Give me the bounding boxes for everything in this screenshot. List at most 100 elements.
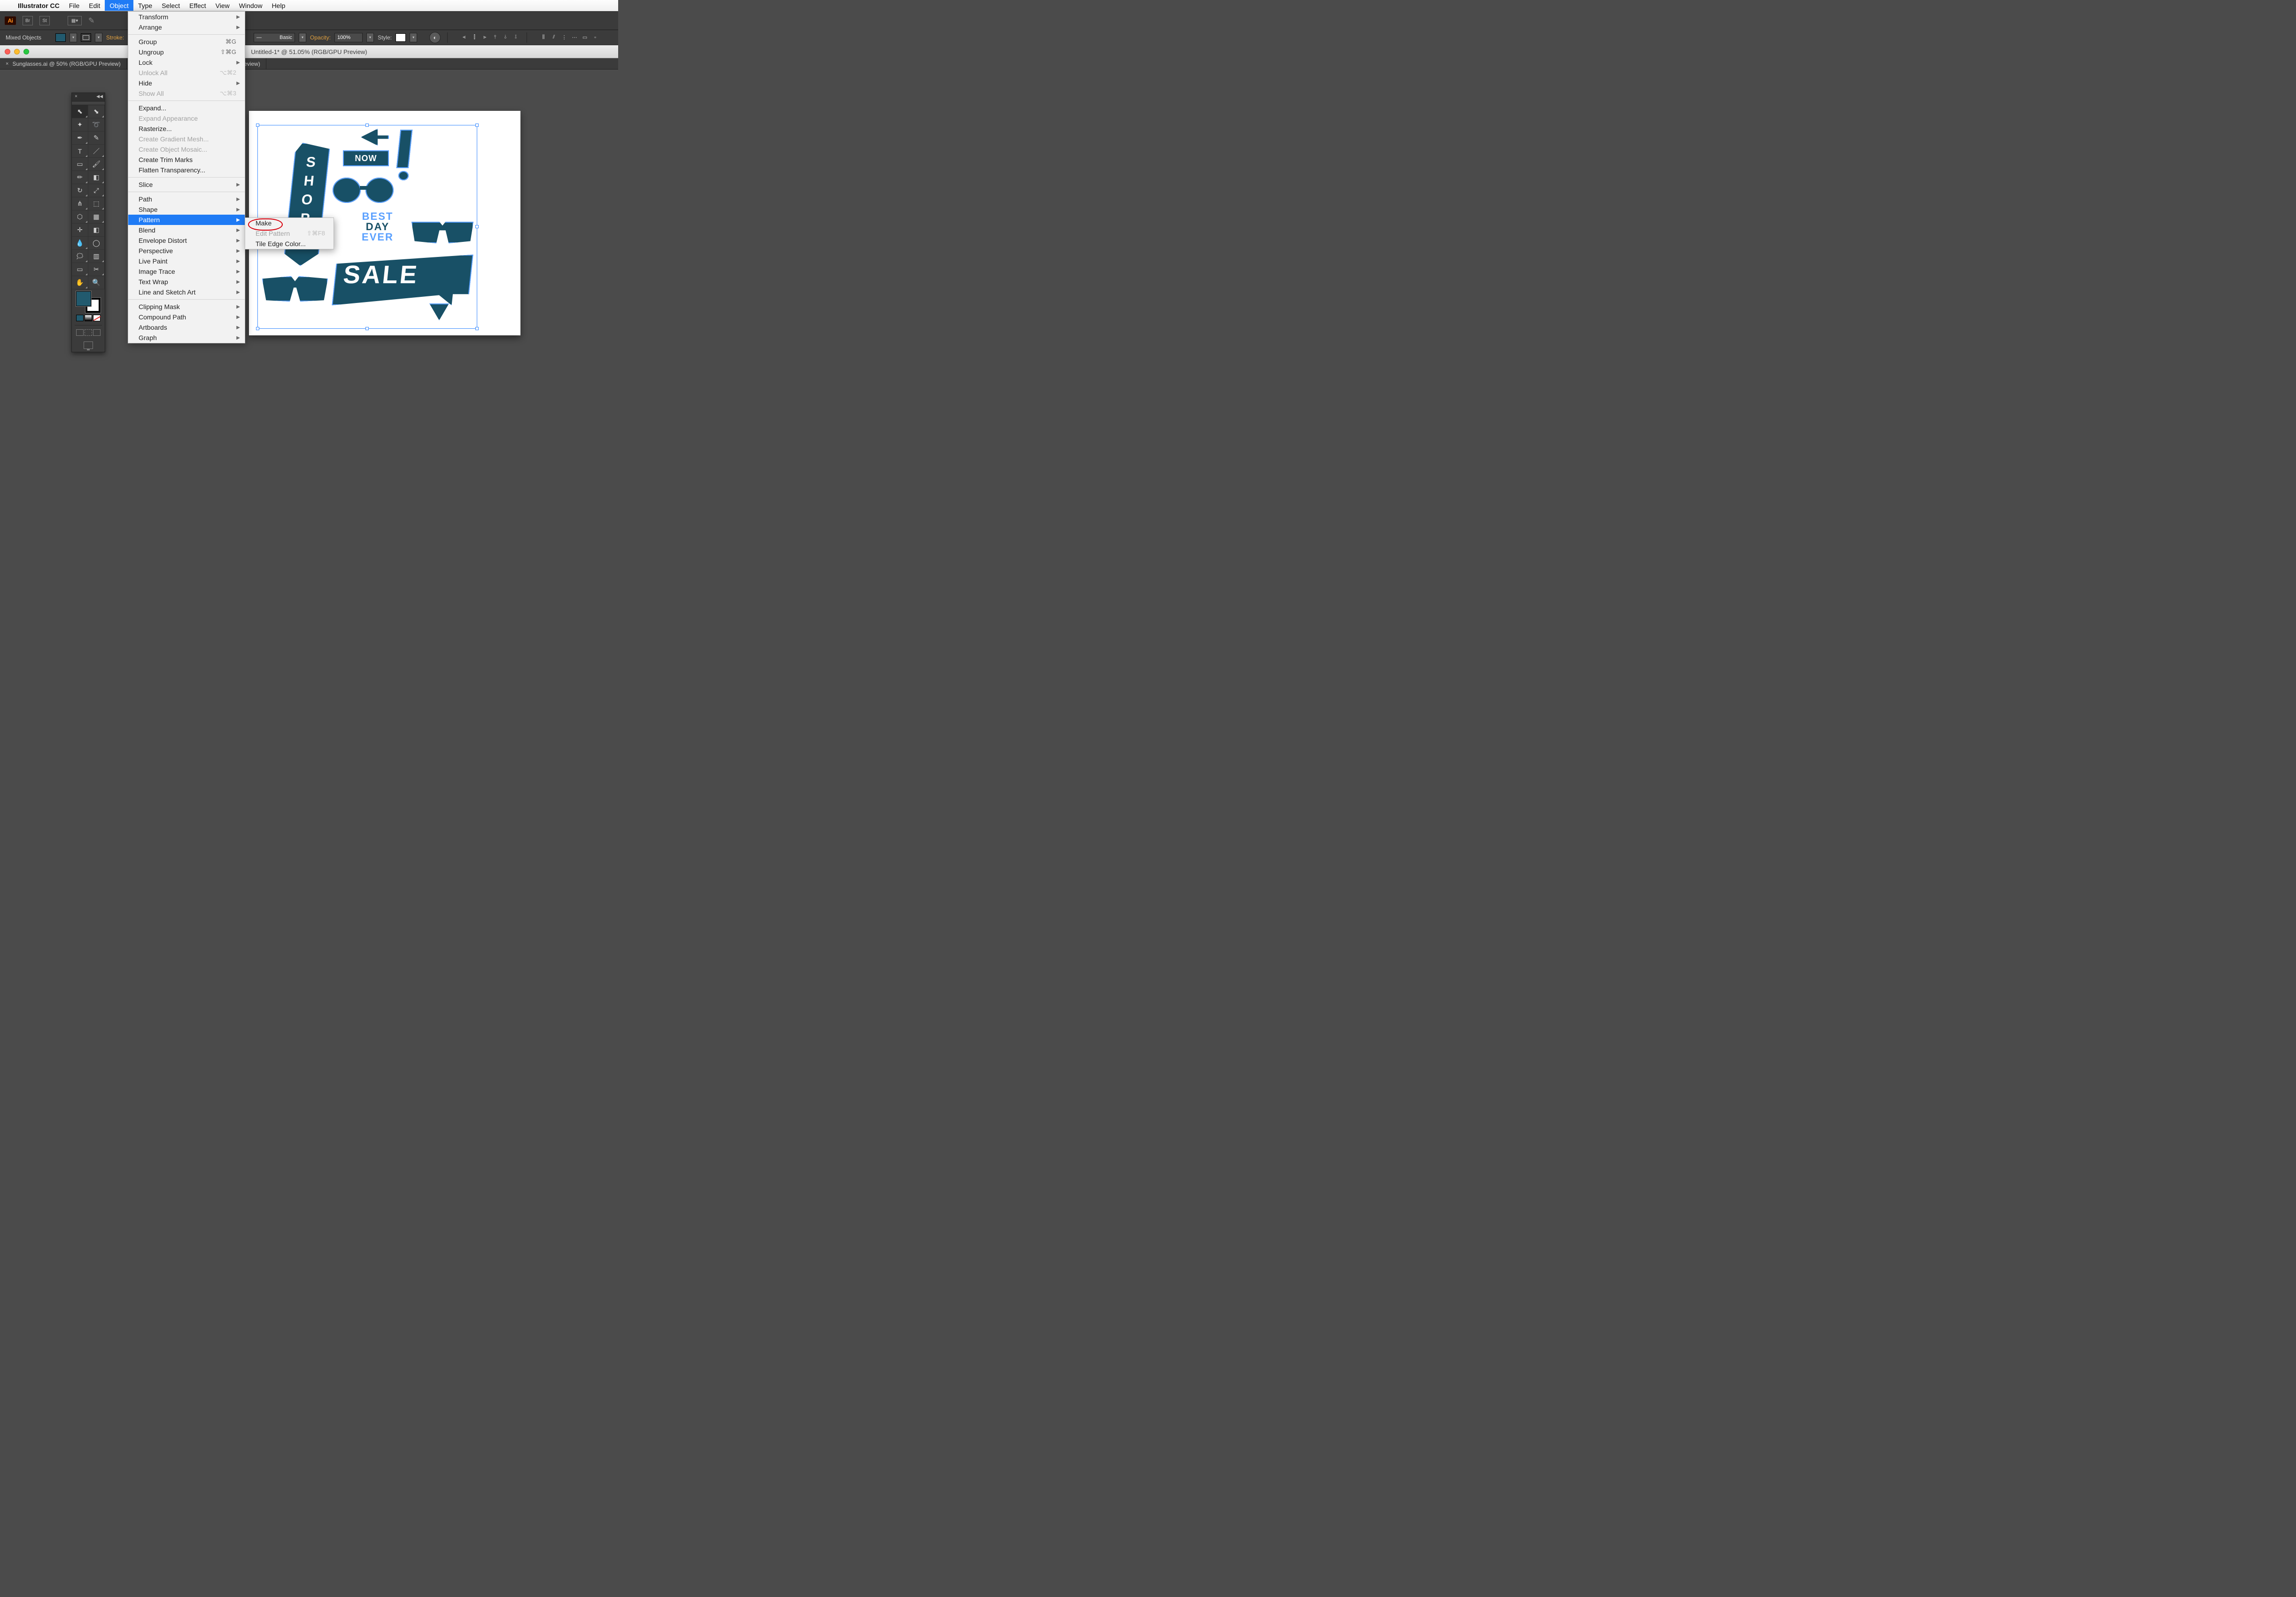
- menu-window[interactable]: Window: [234, 0, 267, 11]
- gpu-preview-icon[interactable]: ✎: [88, 16, 94, 25]
- sel-handle-tc[interactable]: [365, 124, 369, 127]
- pattern-submenu[interactable]: MakeEdit Pattern⇧⌘F8Tile Edge Color...: [245, 217, 334, 249]
- draw-inside-icon[interactable]: [93, 329, 101, 336]
- align-left-icon[interactable]: ⫷: [460, 33, 468, 42]
- brush-dd[interactable]: ▾: [299, 33, 306, 42]
- menu-item-hide[interactable]: Hide: [128, 78, 245, 88]
- draw-normal-icon[interactable]: [76, 329, 84, 336]
- menu-item-lock[interactable]: Lock: [128, 57, 245, 68]
- align-hcenter-icon[interactable]: ⫿: [470, 33, 479, 42]
- brush-definition-dropdown[interactable]: — Basic: [254, 33, 295, 42]
- close-panel-icon[interactable]: ×: [75, 94, 78, 99]
- close-tab-icon[interactable]: ×: [6, 61, 8, 67]
- dist-h-icon[interactable]: ⫼: [539, 33, 548, 42]
- menu-item-line-and-sketch-art[interactable]: Line and Sketch Art: [128, 287, 245, 297]
- menu-item-path[interactable]: Path: [128, 194, 245, 204]
- gradient-mode-swatch[interactable]: [85, 315, 92, 321]
- paintbrush-tool[interactable]: 🖌: [88, 158, 105, 171]
- none-mode-swatch[interactable]: [93, 315, 101, 321]
- align-bottom-icon[interactable]: ⫱: [512, 33, 520, 42]
- menu-item-image-trace[interactable]: Image Trace: [128, 266, 245, 277]
- align-to-icon[interactable]: ▫: [591, 33, 599, 42]
- rotate-tool[interactable]: ↻: [72, 184, 88, 197]
- eyedropper-tool[interactable]: 💧: [72, 237, 88, 250]
- screen-mode-icon[interactable]: [84, 341, 93, 349]
- menu-effect[interactable]: Effect: [185, 0, 211, 11]
- stock-button[interactable]: St: [39, 16, 50, 25]
- hand-tool[interactable]: ✋: [72, 276, 88, 289]
- menu-item-shape[interactable]: Shape: [128, 204, 245, 215]
- menu-item-pattern[interactable]: Pattern: [128, 215, 245, 225]
- opacity-field[interactable]: 100%: [334, 33, 363, 42]
- perspective-grid-tool[interactable]: ▦: [88, 210, 105, 224]
- menu-file[interactable]: File: [64, 0, 85, 11]
- fill-swatch[interactable]: [55, 33, 66, 42]
- sel-handle-tr[interactable]: [475, 124, 479, 127]
- gradient-tool[interactable]: ◧: [88, 224, 105, 237]
- menu-item-graph[interactable]: Graph: [128, 333, 245, 343]
- window-close-button[interactable]: [5, 49, 10, 54]
- dist-space-v-icon[interactable]: ⋯: [570, 33, 579, 42]
- menu-edit[interactable]: Edit: [84, 0, 105, 11]
- submenu-item-tile-edge-color[interactable]: Tile Edge Color...: [245, 239, 334, 249]
- dist-space-h-icon[interactable]: ⋮: [560, 33, 568, 42]
- stroke-swatch[interactable]: [81, 33, 91, 42]
- menu-object[interactable]: Object: [105, 0, 133, 11]
- menu-item-envelope-distort[interactable]: Envelope Distort: [128, 235, 245, 246]
- style-dd[interactable]: ▾: [410, 33, 417, 42]
- illustrator-logo-icon[interactable]: Ai: [5, 16, 16, 25]
- blend-tool[interactable]: ◯: [88, 237, 105, 250]
- pen-tool[interactable]: ✒: [72, 132, 88, 145]
- tools-panel-header[interactable]: × ◀◀: [72, 93, 105, 101]
- type-tool[interactable]: T: [72, 145, 88, 158]
- menu-item-transform[interactable]: Transform: [128, 12, 245, 22]
- collapse-panel-icon[interactable]: ◀◀: [96, 94, 103, 99]
- line-segment-tool[interactable]: ／: [88, 145, 105, 158]
- menu-select[interactable]: Select: [157, 0, 185, 11]
- pencil-tool[interactable]: ✏: [72, 171, 88, 184]
- stroke-swatch-dd[interactable]: ▾: [95, 33, 102, 42]
- mesh-tool[interactable]: ✛: [72, 224, 88, 237]
- window-minimize-button[interactable]: [14, 49, 20, 54]
- menu-view[interactable]: View: [211, 0, 234, 11]
- menu-item-compound-path[interactable]: Compound Path: [128, 312, 245, 322]
- curvature-tool[interactable]: ✎: [88, 132, 105, 145]
- doc-tab-sunglasses[interactable]: ×Sunglasses.ai @ 50% (RGB/GPU Preview): [0, 58, 127, 69]
- color-mode-swatch[interactable]: [76, 315, 84, 321]
- artboard-tool[interactable]: ▭: [72, 263, 88, 276]
- menu-item-slice[interactable]: Slice: [128, 179, 245, 190]
- menu-item-text-wrap[interactable]: Text Wrap: [128, 277, 245, 287]
- menu-item-rasterize[interactable]: Rasterize...: [128, 124, 245, 134]
- fill-swatch-dd[interactable]: ▾: [70, 33, 77, 42]
- transform-panel-icon[interactable]: ▭: [581, 33, 589, 42]
- tools-panel[interactable]: × ◀◀ ⬉ ⬊ ✦ ➰ ✒ ✎ T ／ ▭ 🖌 ✏ ◧ ↻ ⤢ ⋔ ⬚ ⬡ ▦…: [71, 93, 105, 352]
- lasso-tool[interactable]: ➰: [88, 118, 105, 132]
- sel-handle-bc[interactable]: [365, 327, 369, 330]
- scale-tool[interactable]: ⤢: [88, 184, 105, 197]
- menu-item-flatten-transparency[interactable]: Flatten Transparency...: [128, 165, 245, 175]
- align-vcenter-icon[interactable]: ⫰: [501, 33, 510, 42]
- width-tool[interactable]: ⋔: [72, 197, 88, 210]
- symbol-sprayer-tool[interactable]: 🗯: [72, 250, 88, 263]
- menu-item-live-paint[interactable]: Live Paint: [128, 256, 245, 266]
- menu-item-clipping-mask[interactable]: Clipping Mask: [128, 302, 245, 312]
- slice-tool[interactable]: ✂: [88, 263, 105, 276]
- fill-color-swatch[interactable]: [76, 291, 91, 306]
- menu-item-expand[interactable]: Expand...: [128, 103, 245, 113]
- menu-app[interactable]: Illustrator CC: [13, 0, 64, 11]
- sel-handle-br[interactable]: [475, 327, 479, 330]
- draw-behind-icon[interactable]: [85, 329, 92, 336]
- align-top-icon[interactable]: ⫯: [491, 33, 499, 42]
- menu-type[interactable]: Type: [133, 0, 157, 11]
- style-swatch[interactable]: [396, 33, 406, 42]
- menu-item-ungroup[interactable]: Ungroup⇧⌘G: [128, 47, 245, 57]
- menu-help[interactable]: Help: [267, 0, 290, 11]
- eraser-tool[interactable]: ◧: [88, 171, 105, 184]
- selection-tool[interactable]: ⬉: [72, 105, 88, 118]
- arrange-documents-button[interactable]: ▦▾: [68, 16, 82, 25]
- shape-builder-tool[interactable]: ⬡: [72, 210, 88, 224]
- menu-item-blend[interactable]: Blend: [128, 225, 245, 235]
- fill-stroke-swatches[interactable]: [76, 291, 101, 313]
- magic-wand-tool[interactable]: ✦: [72, 118, 88, 132]
- opacity-dd[interactable]: ▾: [366, 33, 374, 42]
